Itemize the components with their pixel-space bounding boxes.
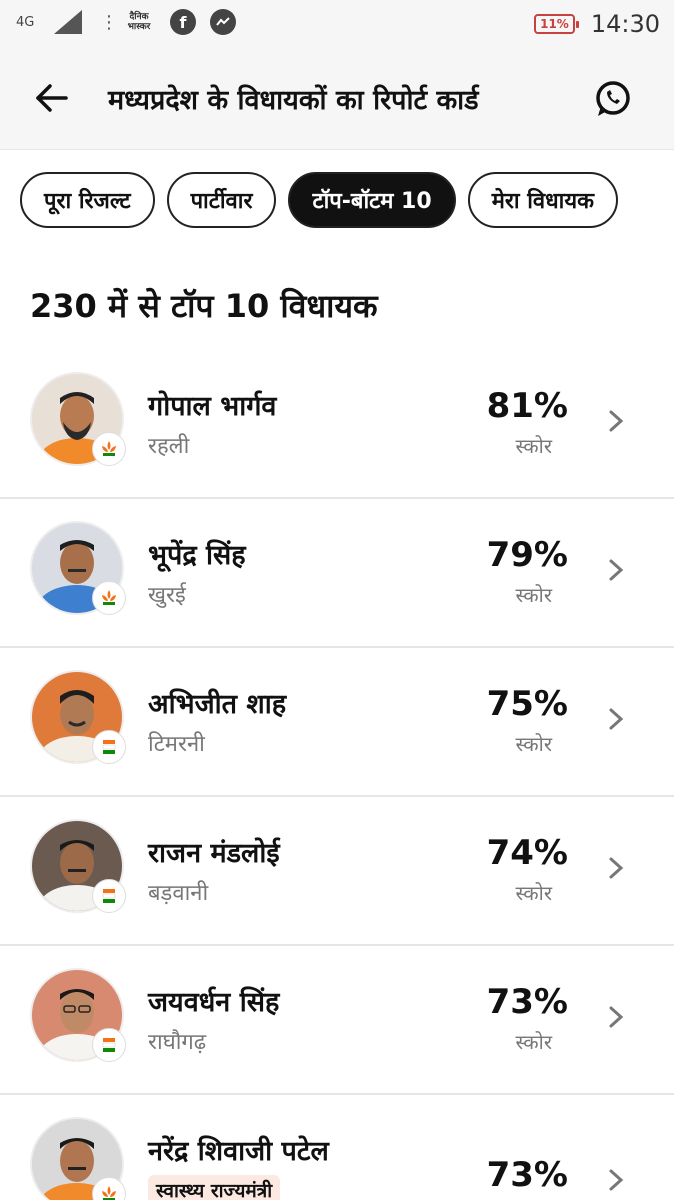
mla-name: राजन मंडलोई: [148, 838, 280, 869]
tab-top-bottom-10[interactable]: टॉप-बॉटम 10: [288, 172, 456, 228]
mla-name: गोपाल भार्गव: [148, 391, 277, 422]
tab-my-mla[interactable]: मेरा विधायक: [467, 172, 619, 228]
facebook-icon: f: [170, 9, 196, 35]
network-indicator: 4G: [16, 14, 35, 30]
mla-row[interactable]: अभिजीत शाह टिमरनी 75% स्कोर: [0, 648, 674, 797]
avatar: [30, 372, 126, 466]
tab-full-result[interactable]: पूरा रिजल्ट: [20, 172, 155, 228]
signal-icon: [54, 10, 82, 34]
section-title: 230 में से टॉप 10 विधायक: [30, 287, 378, 325]
chevron-right-icon: [609, 559, 624, 581]
mla-constituency: बड़वानी: [148, 881, 209, 906]
bjp-party-icon: [92, 581, 126, 615]
avatar: [30, 1117, 126, 1200]
chevron-right-icon: [609, 857, 624, 879]
mla-list: गोपाल भार्गव रहली 81% स्कोर भूपेंद्र सिं…: [0, 350, 674, 1200]
clock: 14:30: [590, 10, 660, 38]
bjp-party-icon: [92, 1177, 126, 1200]
inc-party-icon: [92, 1028, 126, 1062]
tab-label: मेरा विधायक: [491, 189, 595, 214]
score-label: स्कोर: [515, 732, 553, 756]
score-label: स्कोर: [515, 583, 553, 607]
battery-icon: 11%: [534, 14, 579, 34]
mla-constituency: खुरई: [148, 583, 186, 608]
mla-score: 73%: [486, 1155, 568, 1195]
avatar: [30, 521, 126, 615]
mla-row[interactable]: जयवर्धन सिंह राघौगढ़ 73% स्कोर: [0, 946, 674, 1095]
tab-label: पूरा रिजल्ट: [44, 189, 131, 214]
tab-party-wise[interactable]: पार्टीवार: [166, 172, 277, 228]
avatar: [30, 819, 126, 913]
chevron-right-icon: [609, 1169, 624, 1191]
whatsapp-icon[interactable]: [592, 78, 634, 120]
mla-score: 73%: [486, 982, 568, 1022]
mla-row[interactable]: नरेंद्र शिवाजी पटेल स्वास्थ्य राज्यमंत्र…: [0, 1095, 674, 1200]
messenger-icon: [210, 9, 236, 35]
mla-score: 74%: [486, 833, 568, 873]
mla-row[interactable]: गोपाल भार्गव रहली 81% स्कोर: [0, 350, 674, 499]
tab-bar: पूरा रिजल्ट पार्टीवार टॉप-बॉटम 10 मेरा व…: [20, 172, 674, 228]
mla-score: 79%: [486, 535, 568, 575]
arrow-left-icon[interactable]: [32, 78, 72, 118]
avatar: [30, 968, 126, 1062]
page-title: मध्यप्रदेश के विधायकों का रिपोर्ट कार्ड: [108, 85, 479, 116]
mla-constituency: राघौगढ़: [148, 1030, 207, 1055]
app-header: मध्यप्रदेश के विधायकों का रिपोर्ट कार्ड: [0, 48, 674, 150]
chevron-right-icon: [609, 708, 624, 730]
status-left: 4G ⋮ दैनिक भास्कर f: [16, 8, 236, 36]
mla-name: जयवर्धन सिंह: [148, 987, 280, 1018]
more-dots-icon: ⋮: [100, 11, 118, 33]
mla-row[interactable]: भूपेंद्र सिंह खुरई 79% स्कोर: [0, 499, 674, 648]
mla-name: नरेंद्र शिवाजी पटेल: [148, 1136, 329, 1167]
avatar: [30, 670, 126, 764]
bjp-party-icon: [92, 432, 126, 466]
inc-party-icon: [92, 730, 126, 764]
brand-logo: दैनिक भास्कर: [127, 12, 151, 32]
mla-constituency: रहली: [148, 434, 190, 459]
chevron-right-icon: [609, 1006, 624, 1028]
score-label: स्कोर: [515, 434, 553, 458]
mla-score: 75%: [486, 684, 568, 724]
tab-label: पार्टीवार: [190, 189, 253, 214]
score-label: स्कोर: [515, 1030, 553, 1054]
mla-name: अभिजीत शाह: [148, 689, 287, 720]
mla-constituency: टिमरनी: [148, 732, 205, 757]
status-right: 11% 14:30: [534, 10, 660, 38]
inc-party-icon: [92, 879, 126, 913]
status-bar: 4G ⋮ दैनिक भास्कर f 11% 14:30: [0, 0, 674, 48]
mla-row[interactable]: राजन मंडलोई बड़वानी 74% स्कोर: [0, 797, 674, 946]
mla-role-tag: स्वास्थ्य राज्यमंत्री: [148, 1175, 281, 1200]
mla-score: 81%: [486, 386, 568, 426]
chevron-right-icon: [609, 410, 624, 432]
tab-label: टॉप-बॉटम 10: [312, 189, 432, 214]
mla-name: भूपेंद्र सिंह: [148, 540, 246, 571]
score-label: स्कोर: [515, 881, 553, 905]
